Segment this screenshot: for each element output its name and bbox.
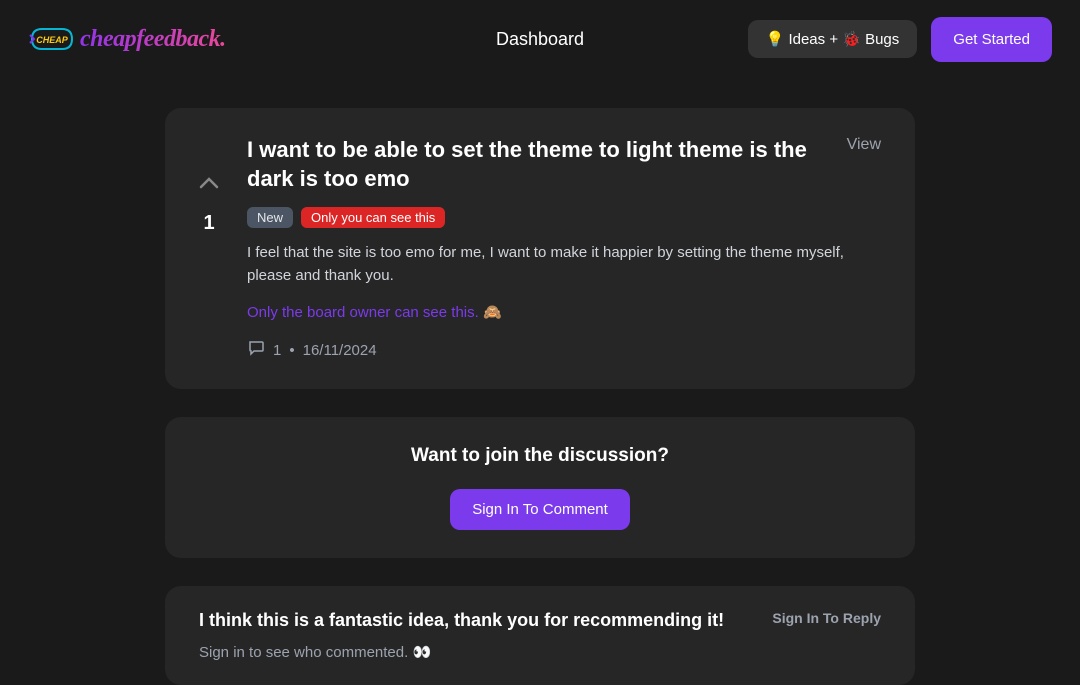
post-meta: 1 • 16/11/2024 — [247, 339, 881, 361]
get-started-button[interactable]: Get Started — [931, 17, 1052, 62]
logo-icon: CHEAP — [28, 21, 76, 57]
vote-column: 1 — [199, 136, 219, 361]
post-header: I want to be able to set the theme to li… — [247, 136, 881, 193]
post-body: I feel that the site is too emo for me, … — [247, 242, 881, 287]
header: CHEAP cheapfeedback. Dashboard 💡 Ideas +… — [0, 0, 1080, 78]
badge-private: Only you can see this — [301, 207, 445, 228]
logo[interactable]: CHEAP cheapfeedback. — [28, 21, 226, 57]
post-date: 16/11/2024 — [303, 342, 377, 359]
view-link[interactable]: View — [847, 136, 881, 154]
ideas-bugs-button[interactable]: 💡 Ideas + 🐞 Bugs — [748, 20, 918, 58]
svg-text:CHEAP: CHEAP — [36, 35, 69, 45]
content: 1 I want to be able to set the theme to … — [165, 78, 915, 685]
reply-header: I think this is a fantastic idea, thank … — [199, 610, 881, 631]
header-right: 💡 Ideas + 🐞 Bugs Get Started — [748, 17, 1052, 62]
discussion-card: Want to join the discussion? Sign In To … — [165, 417, 915, 558]
post-title: I want to be able to set the theme to li… — [247, 136, 847, 193]
nav-dashboard[interactable]: Dashboard — [496, 29, 584, 50]
upvote-icon[interactable] — [199, 176, 219, 194]
badge-new: New — [247, 207, 293, 228]
vote-count: 1 — [203, 212, 214, 235]
reply-subtitle: Sign in to see who commented. 👀 — [199, 643, 881, 661]
reply-title: I think this is a fantastic idea, thank … — [199, 610, 724, 631]
owner-note: Only the board owner can see this. 🙈 — [247, 303, 881, 321]
comment-icon — [247, 339, 265, 361]
signin-reply-link[interactable]: Sign In To Reply — [772, 610, 881, 626]
signin-comment-button[interactable]: Sign In To Comment — [450, 489, 630, 530]
discussion-title: Want to join the discussion? — [199, 445, 881, 467]
logo-text: cheapfeedback. — [80, 26, 226, 53]
comment-count: 1 — [273, 342, 281, 359]
reply-card: I think this is a fantastic idea, thank … — [165, 586, 915, 685]
post-card: 1 I want to be able to set the theme to … — [165, 108, 915, 389]
post-content: I want to be able to set the theme to li… — [247, 136, 881, 361]
meta-separator: • — [289, 342, 294, 359]
badges: New Only you can see this — [247, 207, 881, 228]
